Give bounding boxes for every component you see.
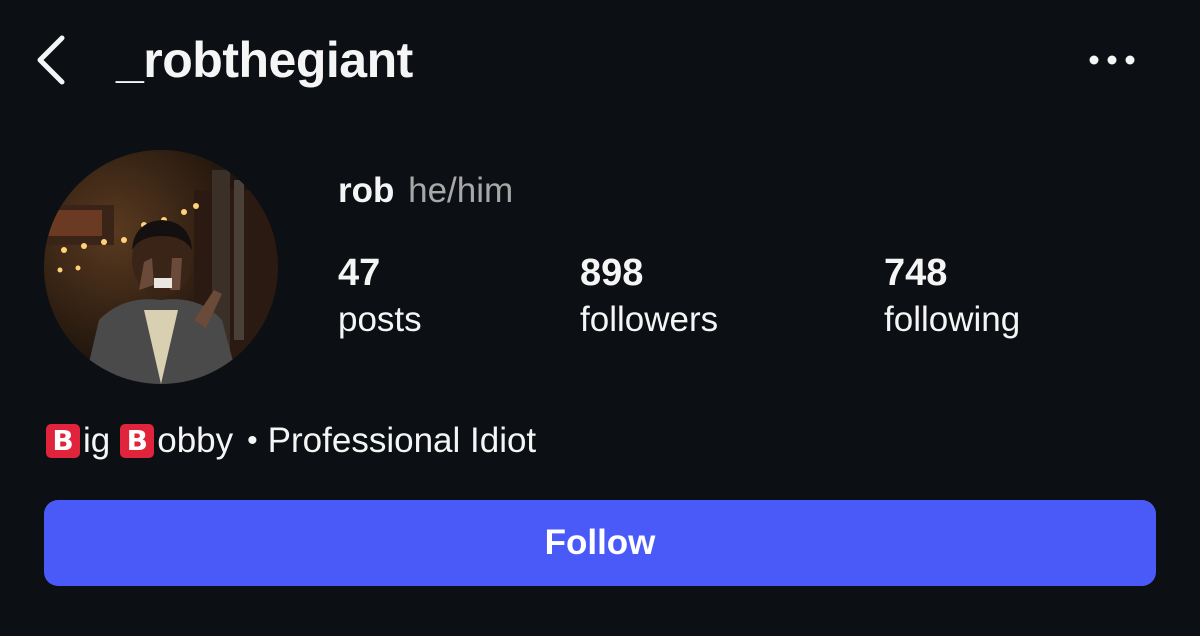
followers-stat[interactable]: 898 followers — [580, 250, 718, 344]
following-count: 748 — [884, 252, 948, 294]
more-horizontal-icon — [1089, 55, 1135, 65]
display-name: rob — [338, 171, 395, 210]
profile-photo — [44, 150, 278, 384]
bio-tagline: Professional Idiot — [267, 421, 537, 460]
followers-label: followers — [580, 300, 719, 339]
b-button-emoji: B — [46, 424, 80, 458]
back-button[interactable] — [28, 30, 78, 90]
following-label: following — [884, 300, 1021, 339]
name-row: rob he/him — [338, 168, 513, 214]
profile-username: _robthegiant — [116, 32, 413, 88]
bio-word-2-rest: obby — [157, 421, 234, 460]
chevron-left-icon — [37, 35, 65, 85]
b-button-emoji: B — [120, 424, 155, 458]
avatar[interactable] — [44, 150, 278, 384]
more-options-button[interactable] — [1084, 44, 1140, 76]
posts-count: 47 — [338, 252, 381, 294]
followers-count: 898 — [580, 252, 644, 294]
follow-button[interactable]: Follow — [44, 500, 1156, 586]
bio-separator: • — [247, 424, 258, 457]
posts-stat[interactable]: 47 posts — [338, 250, 422, 344]
bio-word-1-rest: ig — [83, 421, 111, 460]
following-stat[interactable]: 748 following — [884, 250, 1020, 344]
pronouns: he/him — [408, 171, 514, 210]
posts-label: posts — [338, 300, 422, 339]
bio: B ig B obby • Professional Idiot — [46, 418, 536, 464]
